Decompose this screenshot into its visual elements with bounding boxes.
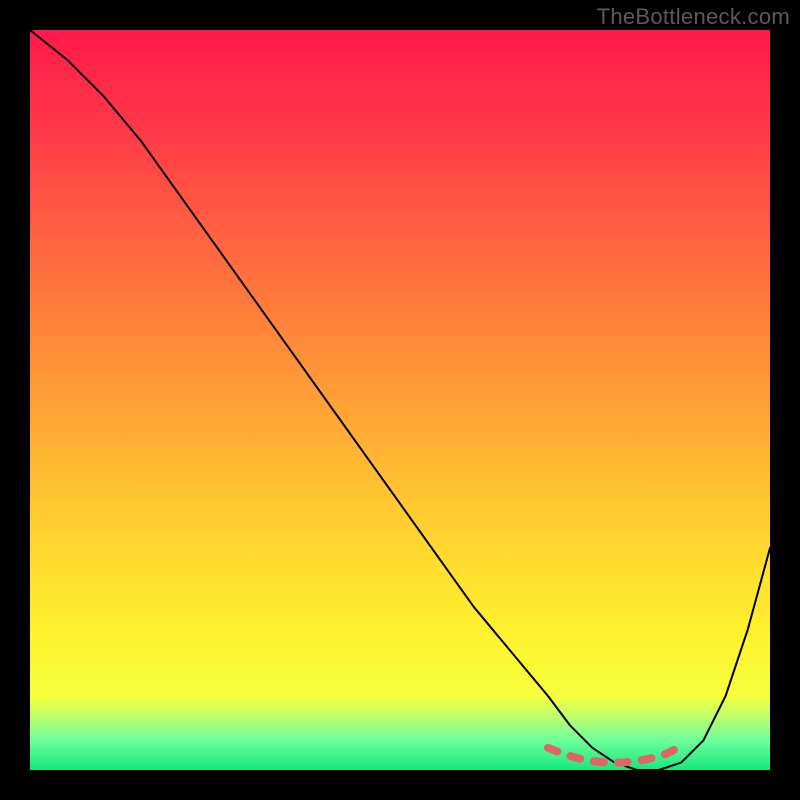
chart-frame: TheBottleneck.com — [0, 0, 800, 800]
watermark-text: TheBottleneck.com — [597, 4, 790, 30]
bottleneck-chart — [0, 0, 800, 800]
